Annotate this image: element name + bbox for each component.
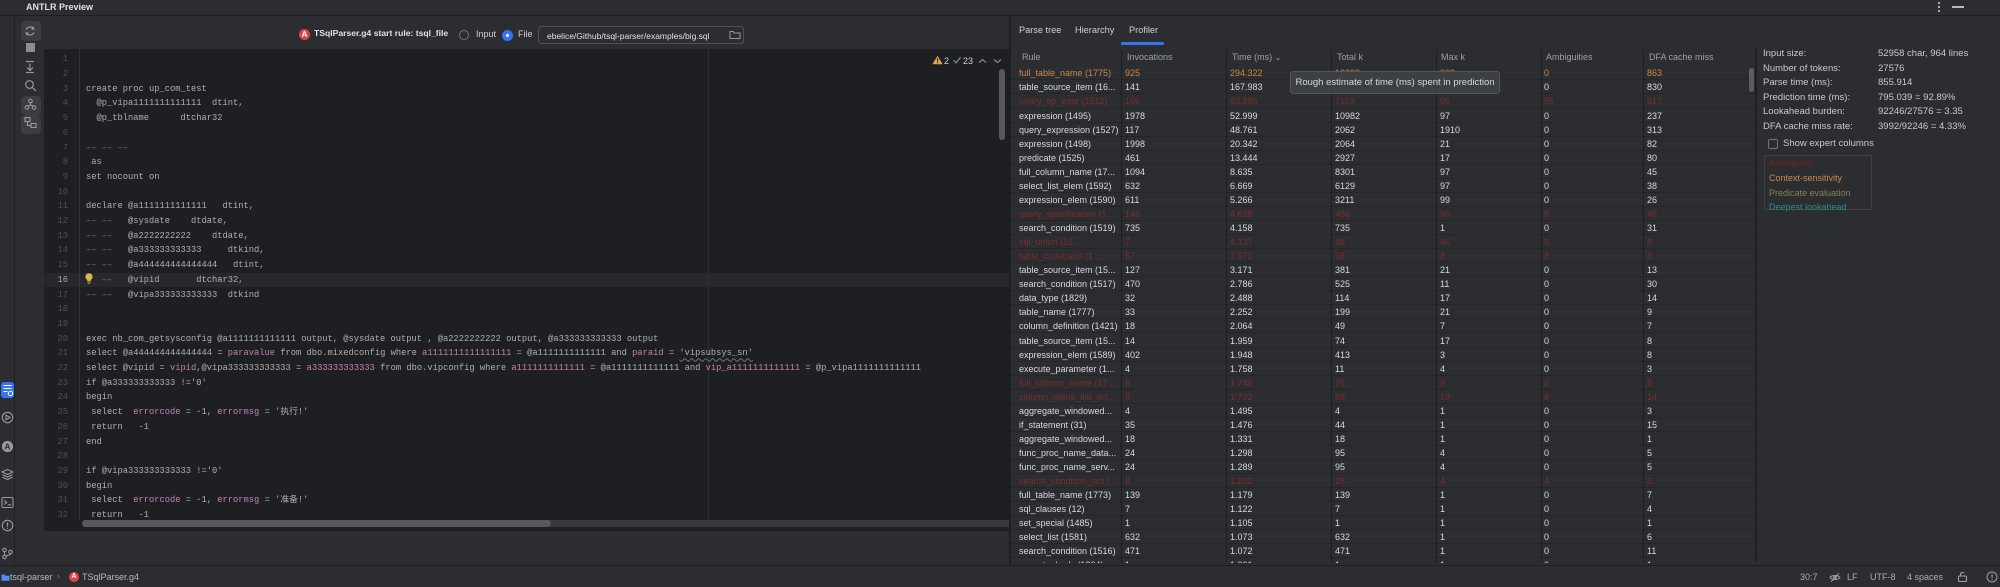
- svg-text:A: A: [4, 442, 10, 452]
